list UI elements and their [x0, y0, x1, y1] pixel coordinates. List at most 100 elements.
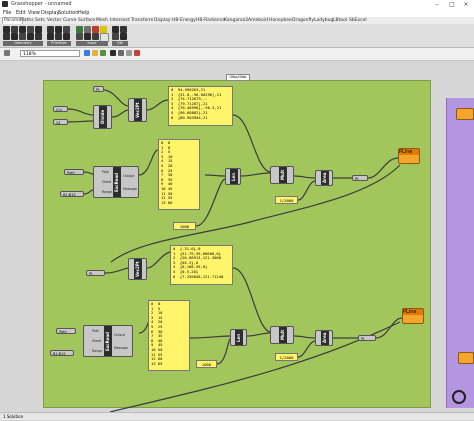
point-param[interactable]: Pt [93, 86, 104, 92]
tab-surface[interactable]: Surface [78, 18, 95, 23]
multiply-component[interactable]: Mult [270, 166, 294, 184]
menu-file[interactable]: File [3, 10, 11, 16]
save-icon[interactable] [84, 50, 90, 56]
values-panel[interactable]: 0 0 1 0 2 5 3 10 4 15 5 20 6 25 7 30 8 3… [158, 139, 200, 210]
area-component-2[interactable]: Area [315, 330, 333, 346]
divide-component[interactable]: Divide [93, 105, 112, 129]
close-button[interactable]: × [459, 0, 473, 9]
tab-ameboid[interactable]: Ameboid [248, 18, 268, 23]
group-label[interactable]: Ulbo/Ulbb [226, 74, 250, 81]
geometry-icon[interactable] [3, 26, 10, 33]
excel-read-component[interactable]: Path Sheet Range ExcRead Output Message [93, 166, 139, 198]
value-list-icon[interactable] [76, 33, 83, 40]
points-panel[interactable]: 0 94.590263,21 1 {51.0,-96.60296],21 2 {… [168, 86, 233, 126]
tab-lbtool[interactable]: LBtool [333, 18, 347, 23]
zoom-extents-icon[interactable] [100, 50, 106, 56]
line-icon[interactable] [11, 33, 18, 40]
partial-component[interactable] [456, 108, 474, 120]
colour-icon[interactable] [55, 33, 62, 40]
point-icon[interactable] [11, 26, 18, 33]
point-param-2[interactable]: Pt [352, 175, 368, 181]
sketch-icon[interactable] [110, 50, 116, 56]
menu-edit[interactable]: Edit [16, 10, 26, 16]
menu-solution[interactable]: Solution [58, 10, 78, 16]
cluster-icon[interactable] [112, 26, 119, 33]
tab-hb-radiance[interactable]: HB-Radiance [196, 18, 225, 23]
point-param-3[interactable]: Pt [86, 270, 105, 276]
zoom-field[interactable]: 118% [20, 50, 80, 57]
navigation-widget[interactable] [452, 390, 466, 404]
slider-icon[interactable] [76, 26, 83, 33]
tab-honeybee[interactable]: Honeybee [269, 18, 292, 23]
tab-sets[interactable]: Sets [35, 18, 45, 23]
minimize-button[interactable]: – [430, 0, 444, 9]
factor-panel-2[interactable]: 1/2000 [275, 353, 298, 361]
number-icon[interactable] [63, 26, 70, 33]
tab-kangaroo2[interactable]: Kangaroo2 [224, 18, 248, 23]
vec2pt-component-2[interactable]: Vec2Pt [128, 258, 147, 280]
partial-component-2[interactable] [458, 352, 474, 364]
tab-transform[interactable]: Transform [131, 18, 153, 23]
range-param[interactable]: B1:B15 [60, 191, 84, 197]
tab-maths[interactable]: Maths [20, 18, 34, 23]
tab-intersect[interactable]: Intersect [110, 18, 130, 23]
range-param-2[interactable]: B1:B15 [50, 350, 74, 356]
zoom-icon[interactable] [4, 50, 10, 56]
wire-display-icon[interactable] [126, 50, 132, 56]
gradient-icon[interactable] [84, 33, 91, 40]
domain-icon[interactable] [63, 33, 70, 40]
panel-icon[interactable] [100, 26, 107, 33]
integer-icon[interactable] [55, 26, 62, 33]
open-icon[interactable] [92, 50, 98, 56]
menu-display[interactable]: Display [41, 10, 59, 16]
button-icon[interactable] [92, 26, 99, 33]
polyline-component[interactable]: PLine [398, 148, 420, 164]
number-param[interactable]: 24 [53, 119, 68, 125]
data-dam-icon[interactable] [120, 26, 127, 33]
disable-preview-icon[interactable] [134, 50, 140, 56]
length-component[interactable]: Len [225, 168, 241, 185]
excel-output-label: Output [123, 174, 135, 178]
tab-vector[interactable]: Vector [47, 18, 61, 23]
scale-panel[interactable]: 1000 [173, 222, 196, 230]
text-icon[interactable] [47, 33, 54, 40]
menu-help[interactable]: Help [78, 10, 89, 16]
path-param[interactable]: Path [64, 169, 84, 175]
vector-icon[interactable] [19, 26, 26, 33]
jump-icon[interactable] [112, 33, 119, 40]
plane-icon[interactable] [19, 33, 26, 40]
point-param-4[interactable]: Pt [358, 335, 376, 341]
boolean-icon[interactable] [47, 26, 54, 33]
multiply-component-2[interactable]: Mult [270, 326, 294, 344]
relay-icon[interactable] [120, 33, 127, 40]
values-panel-2[interactable]: 0 0 1 5 2 10 3 15 4 20 5 25 6 30 7 35 8 … [148, 300, 190, 371]
maximize-button[interactable]: □ [445, 0, 459, 9]
graph-mapper-icon[interactable] [92, 33, 99, 40]
menu-view[interactable]: View [28, 10, 40, 16]
preview-icon[interactable] [118, 50, 124, 56]
box-icon[interactable] [27, 33, 34, 40]
curve-icon[interactable] [3, 33, 10, 40]
tab-sbexcel[interactable]: SbExcel [349, 18, 367, 23]
tab-dragonfly[interactable]: Dragonfly [292, 18, 314, 23]
toggle-icon[interactable] [84, 26, 91, 33]
path-param-2[interactable]: Path [56, 328, 76, 334]
tab-mesh[interactable]: Mesh [96, 18, 108, 23]
tab-hb-energy[interactable]: HB-Energy [172, 18, 196, 23]
points-panel-2[interactable]: 0 {-31.0},0 1 {51.79,59.60000,0} 2 {26.6… [170, 245, 233, 285]
polyline-component-2[interactable]: PLine [402, 308, 424, 324]
scale-panel-2[interactable]: 1000 [196, 360, 217, 368]
component-group[interactable] [43, 80, 431, 408]
tab-ladybug[interactable]: Ladybug [314, 18, 333, 23]
circle-icon[interactable] [27, 26, 34, 33]
area-component[interactable]: Area [315, 170, 333, 186]
factor-panel[interactable]: 1/2000 [275, 196, 298, 204]
curve-param[interactable]: Crv [53, 106, 68, 112]
brep-icon[interactable] [35, 33, 42, 40]
excel-read-component-2[interactable]: Path Sheet Range ExcRead Output Message [83, 325, 133, 357]
length-component-2[interactable]: Len [230, 329, 247, 346]
tab-curve[interactable]: Curve [63, 18, 76, 23]
vec2pt-component[interactable]: Vec2Pt [128, 98, 147, 122]
arc-icon[interactable] [35, 26, 42, 33]
tab-display[interactable]: Display [154, 18, 171, 23]
